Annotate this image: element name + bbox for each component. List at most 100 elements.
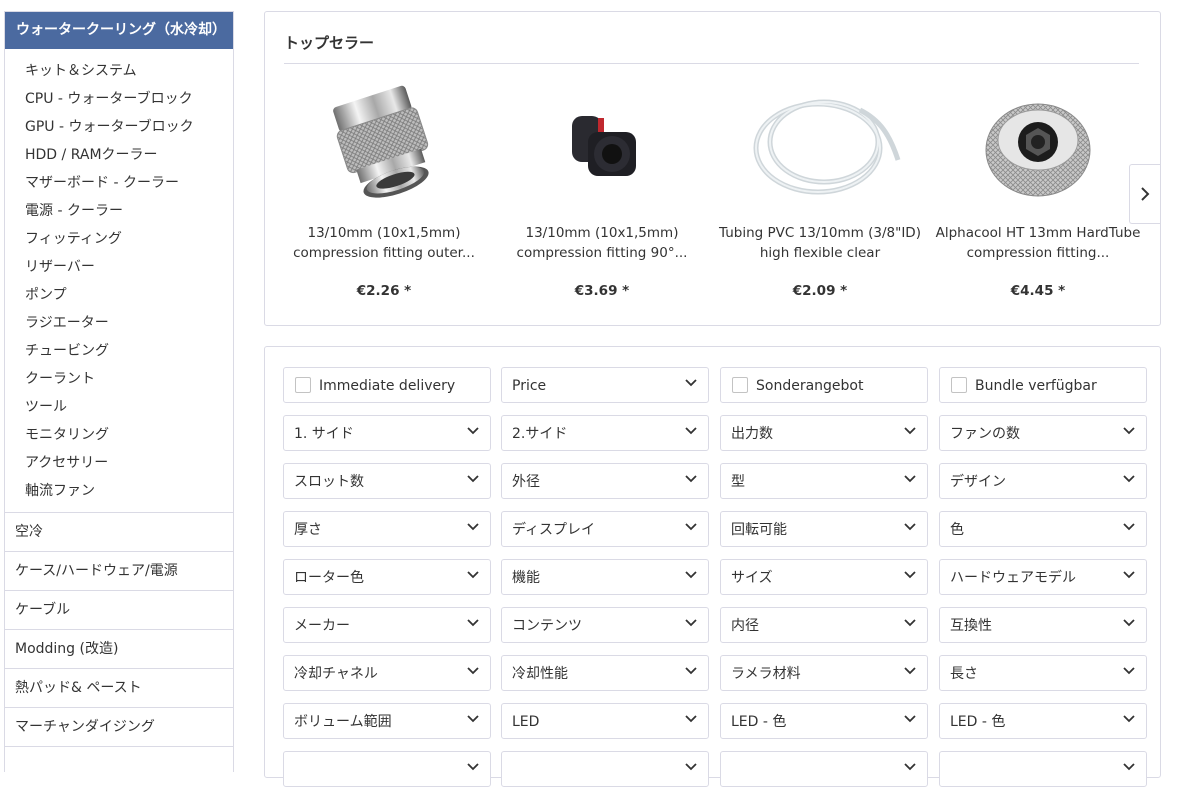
filter-label: スロット数 — [294, 474, 364, 490]
chevron-down-icon — [904, 667, 916, 675]
product-card[interactable]: Tubing PVC 13/10mm (3/8"ID) high flexibl… — [715, 80, 925, 320]
divider — [284, 63, 1139, 64]
filter-dropdown[interactable]: LED - 色 — [939, 703, 1147, 739]
filter-label: LED - 色 — [950, 714, 1006, 730]
filter-dropdown[interactable]: 外径 — [501, 463, 709, 499]
filter-dropdown[interactable]: LED - 色 — [720, 703, 928, 739]
filter-label: 回転可能 — [731, 522, 787, 538]
subcategory-item[interactable]: GPU - ウォーターブロック — [5, 113, 233, 141]
product-card[interactable]: 13/10mm (10x1,5mm) compression fitting o… — [279, 80, 489, 320]
chevron-down-icon — [685, 715, 697, 723]
chevron-down-icon — [467, 667, 479, 675]
filter-dropdown[interactable]: 色 — [939, 511, 1147, 547]
subcategory-item[interactable]: HDD / RAMクーラー — [5, 141, 233, 169]
subcategory-item[interactable]: ポンプ — [5, 281, 233, 309]
subcategory-item[interactable]: チュービング — [5, 337, 233, 365]
filter-dropdown[interactable]: 出力数 — [720, 415, 928, 451]
chevron-down-icon — [685, 667, 697, 675]
chevron-down-icon — [685, 475, 697, 483]
subcategory-item[interactable]: アクセサリー — [5, 449, 233, 477]
filter-checkbox[interactable]: Sonderangebot — [720, 367, 928, 403]
filter-checkbox[interactable]: Bundle verfügbar — [939, 367, 1147, 403]
product-card[interactable]: 13/10mm (10x1,5mm) compression fitting 9… — [497, 80, 707, 320]
filter-dropdown[interactable]: LED — [501, 703, 709, 739]
filter-dropdown[interactable] — [501, 751, 709, 787]
subcategory-item[interactable]: CPU - ウォーターブロック — [5, 85, 233, 113]
filter-dropdown[interactable] — [939, 751, 1147, 787]
filter-dropdown[interactable]: 厚さ — [283, 511, 491, 547]
product-image-tubing[interactable] — [720, 80, 920, 210]
category-item[interactable]: ケース/ハードウェア/電源 — [5, 552, 233, 591]
product-card[interactable]: Alphacool HT 13mm HardTube compression f… — [933, 80, 1143, 320]
chevron-down-icon — [1123, 715, 1135, 723]
slider-next-button[interactable] — [1129, 164, 1160, 224]
chevron-down-icon — [685, 619, 697, 627]
chevron-down-icon — [685, 427, 697, 435]
subcategory-item[interactable]: ラジエーター — [5, 309, 233, 337]
filter-dropdown[interactable]: スロット数 — [283, 463, 491, 499]
filter-label: 機能 — [512, 570, 540, 586]
subcategory-item[interactable]: キット＆システム — [5, 57, 233, 85]
filter-dropdown[interactable]: 長さ — [939, 655, 1147, 691]
category-item[interactable]: Modding (改造) — [5, 630, 233, 669]
filter-dropdown[interactable] — [283, 751, 491, 787]
filter-dropdown[interactable]: Price — [501, 367, 709, 403]
filter-label: Bundle verfügbar — [975, 378, 1097, 394]
filter-dropdown[interactable]: メーカー — [283, 607, 491, 643]
filter-dropdown[interactable]: 機能 — [501, 559, 709, 595]
category-item[interactable]: マーチャンダイジング — [5, 708, 233, 747]
filter-label: サイズ — [731, 570, 773, 586]
checkbox-icon[interactable] — [732, 377, 748, 393]
filter-dropdown[interactable]: ディスプレイ — [501, 511, 709, 547]
chevron-down-icon — [1123, 427, 1135, 435]
subcategory-item[interactable]: リザーバー — [5, 253, 233, 281]
filter-dropdown[interactable]: ローター色 — [283, 559, 491, 595]
filter-dropdown[interactable]: 回転可能 — [720, 511, 928, 547]
filter-dropdown[interactable]: ファンの数 — [939, 415, 1147, 451]
subcategory-item[interactable]: ツール — [5, 393, 233, 421]
filter-dropdown[interactable]: ハードウェアモデル — [939, 559, 1147, 595]
topseller-slider: トップセラー 13/10mm (10x1,5mm) compression fi… — [264, 11, 1161, 326]
subcategory-item[interactable]: モニタリング — [5, 421, 233, 449]
subcategory-item[interactable]: 電源 - クーラー — [5, 197, 233, 225]
product-name[interactable]: Alphacool HT 13mm HardTube compression f… — [933, 223, 1143, 263]
chevron-right-icon — [1141, 187, 1150, 201]
filter-checkbox[interactable]: Immediate delivery — [283, 367, 491, 403]
subcategory-item[interactable]: 軸流ファン — [5, 477, 233, 505]
product-image-straight-fitting[interactable] — [284, 80, 484, 210]
product-name[interactable]: Tubing PVC 13/10mm (3/8"ID) high flexibl… — [715, 223, 925, 263]
filter-dropdown[interactable]: 冷却チャネル — [283, 655, 491, 691]
product-name[interactable]: 13/10mm (10x1,5mm) compression fitting 9… — [497, 223, 707, 263]
filter-dropdown[interactable]: ボリューム範囲 — [283, 703, 491, 739]
category-item[interactable]: 空冷 — [5, 513, 233, 552]
filter-dropdown[interactable]: コンテンツ — [501, 607, 709, 643]
category-item[interactable]: ケーブル — [5, 591, 233, 630]
filter-dropdown[interactable]: 冷却性能 — [501, 655, 709, 691]
category-item[interactable]: 熱パッド& ペースト — [5, 669, 233, 708]
filter-dropdown[interactable]: ラメラ材料 — [720, 655, 928, 691]
chevron-down-icon — [685, 523, 697, 531]
filter-label: 2.サイド — [512, 426, 568, 442]
filter-dropdown[interactable] — [720, 751, 928, 787]
filter-dropdown[interactable]: 型 — [720, 463, 928, 499]
filter-label: 1. サイド — [294, 426, 354, 442]
subcategory-item[interactable]: マザーボード - クーラー — [5, 169, 233, 197]
product-image-hardtube-fitting[interactable] — [938, 80, 1138, 210]
subcategory-list: キット＆システム CPU - ウォーターブロック GPU - ウォーターブロック… — [5, 49, 233, 513]
filter-dropdown[interactable]: 内径 — [720, 607, 928, 643]
category-active-water-cooling[interactable]: ウォータークーリング（水冷却） — [5, 12, 233, 49]
subcategory-item[interactable]: フィッティング — [5, 225, 233, 253]
chevron-down-icon — [1123, 571, 1135, 579]
checkbox-icon[interactable] — [295, 377, 311, 393]
filter-dropdown[interactable]: デザイン — [939, 463, 1147, 499]
checkbox-icon[interactable] — [951, 377, 967, 393]
filter-dropdown[interactable]: サイズ — [720, 559, 928, 595]
filter-label: ハードウェアモデル — [950, 570, 1076, 586]
product-name[interactable]: 13/10mm (10x1,5mm) compression fitting o… — [279, 223, 489, 263]
filter-dropdown[interactable]: 互換性 — [939, 607, 1147, 643]
chevron-down-icon — [467, 763, 479, 771]
filter-dropdown[interactable]: 1. サイド — [283, 415, 491, 451]
product-image-angled-fitting[interactable] — [502, 80, 702, 210]
filter-dropdown[interactable]: 2.サイド — [501, 415, 709, 451]
subcategory-item[interactable]: クーラント — [5, 365, 233, 393]
